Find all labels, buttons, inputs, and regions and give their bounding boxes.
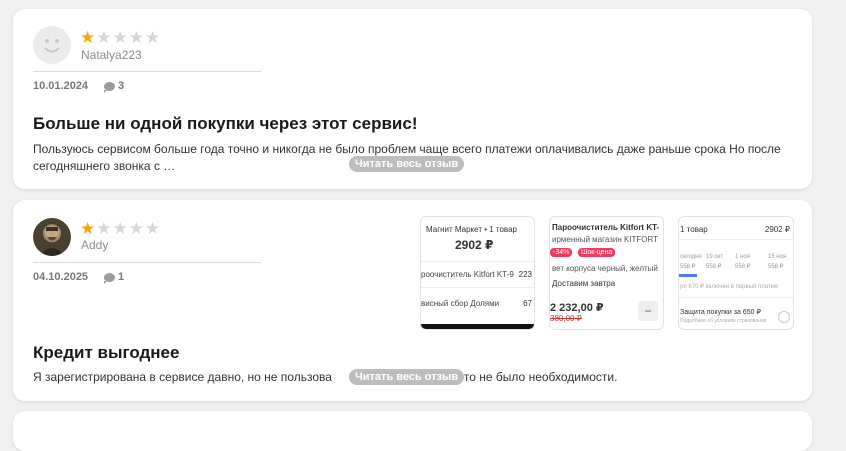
- photo-text: 1 ноя: [735, 254, 750, 260]
- star-icon: ★: [145, 219, 161, 238]
- photo-text: Доставим завтра: [552, 279, 616, 288]
- star-icon: ★: [128, 219, 144, 238]
- read-more-button[interactable]: Читать весь отзыв: [349, 156, 465, 172]
- star-icon: ★: [128, 28, 144, 47]
- review-photo[interactable]: Пароочиститель Kitfort KT- ирменный мага…: [549, 216, 664, 330]
- review-title: Больше ни одной покупки через этот серви…: [33, 114, 418, 133]
- review-card: ★ ★ ★ ★ ★ Natalya223 10.01.2024 3 Больше…: [13, 9, 812, 189]
- divider: [33, 262, 261, 263]
- photo-text: Магнит Маркет • 1 товар: [426, 225, 517, 234]
- photo-text: 558 ₽: [706, 264, 722, 270]
- photo-text: вет корпуса черный, желтый: [552, 264, 658, 273]
- star-icon: ★: [145, 28, 161, 47]
- star-icon: ★: [80, 219, 96, 238]
- comments-count[interactable]: 1: [104, 271, 125, 284]
- minus-icon: −: [638, 301, 658, 321]
- review-text-end: то не было необходимости.: [463, 370, 618, 384]
- photo-text: 15 ноя: [768, 254, 787, 260]
- review-photo[interactable]: 1 товар 2902 ₽ сегодня 19 окт 1 ноя 15 н…: [678, 216, 794, 330]
- photo-text: 558 ₽: [680, 264, 696, 270]
- photo-text: 2 232,00 ₽: [550, 302, 604, 314]
- photo-text: 1 товар: [680, 225, 708, 234]
- comments-count[interactable]: 3: [104, 80, 125, 93]
- author-name: Addy: [81, 238, 109, 252]
- review-card: ★ ★ ★ ★ ★ Addy 04.10.2025 1 Магнит Марке…: [13, 200, 812, 401]
- avatar: [33, 26, 71, 64]
- photo-text: 2902 ₽: [764, 225, 790, 234]
- comments-count-value: 1: [118, 271, 125, 283]
- photo-text: 558 ₽: [768, 264, 784, 270]
- read-more-button[interactable]: Читать весь отзыв: [349, 369, 465, 385]
- star-icon: ★: [112, 28, 128, 47]
- photo-text: 19 окт: [706, 254, 724, 260]
- author-name: Natalya223: [81, 48, 142, 62]
- comments-count-value: 3: [118, 80, 125, 92]
- comment-bubble-icon: [104, 272, 115, 284]
- photo-text: 380,00 ₽: [550, 314, 582, 323]
- comment-bubble-icon: [104, 81, 115, 93]
- star-icon: ★: [96, 28, 112, 47]
- photo-text: ирменный магазин KITFORT: [552, 235, 659, 244]
- photo-text: Подробнее об условиях страхования: [680, 318, 767, 324]
- review-card: [13, 411, 812, 451]
- photo-divider: [421, 261, 534, 262]
- schedule-progress: [679, 274, 697, 277]
- photo-text: роочиститель Kitfort KT-9: [421, 270, 514, 279]
- photo-text: 67: [523, 299, 532, 308]
- photo-text: Пароочиститель Kitfort KT-: [552, 223, 660, 232]
- photo-text: ри 670 ₽ включен в первый платеж: [680, 284, 778, 290]
- photo-divider: [421, 287, 534, 288]
- review-title: Кредит выгоднее: [33, 343, 180, 362]
- smiley-icon: [44, 39, 60, 53]
- user-photo: [39, 226, 65, 256]
- photo-bottom-bar: [421, 324, 534, 329]
- photo-text: 223: [518, 270, 532, 279]
- review-date: 04.10.2025: [33, 271, 89, 283]
- photo-text: Защита покупки за 650 ₽: [680, 309, 761, 316]
- photo-text: 2902 ₽: [455, 238, 494, 252]
- photo-divider: [679, 297, 793, 298]
- review-text-start: Я зарегистрирована в сервисе давно, но н…: [33, 370, 332, 384]
- star-icon: ★: [112, 219, 128, 238]
- review-photo[interactable]: Магнит Маркет • 1 товар 2902 ₽ роочистит…: [420, 216, 535, 330]
- rating-stars: ★ ★ ★ ★ ★: [80, 29, 160, 46]
- photo-text: 558 ₽: [735, 264, 751, 270]
- discount-badge: -34%: [550, 248, 573, 257]
- star-icon: ★: [96, 219, 112, 238]
- toggle-icon: [778, 311, 790, 323]
- divider: [33, 71, 261, 72]
- review-date: 10.01.2024: [33, 80, 89, 92]
- price-badge: Шок-цена: [578, 248, 616, 257]
- photo-text: висный сбор Долями: [421, 299, 500, 308]
- photo-divider: [679, 239, 793, 240]
- rating-stars: ★ ★ ★ ★ ★: [80, 220, 160, 237]
- star-icon: ★: [80, 28, 96, 47]
- avatar: [33, 218, 71, 256]
- photo-text: сегодня: [680, 254, 702, 260]
